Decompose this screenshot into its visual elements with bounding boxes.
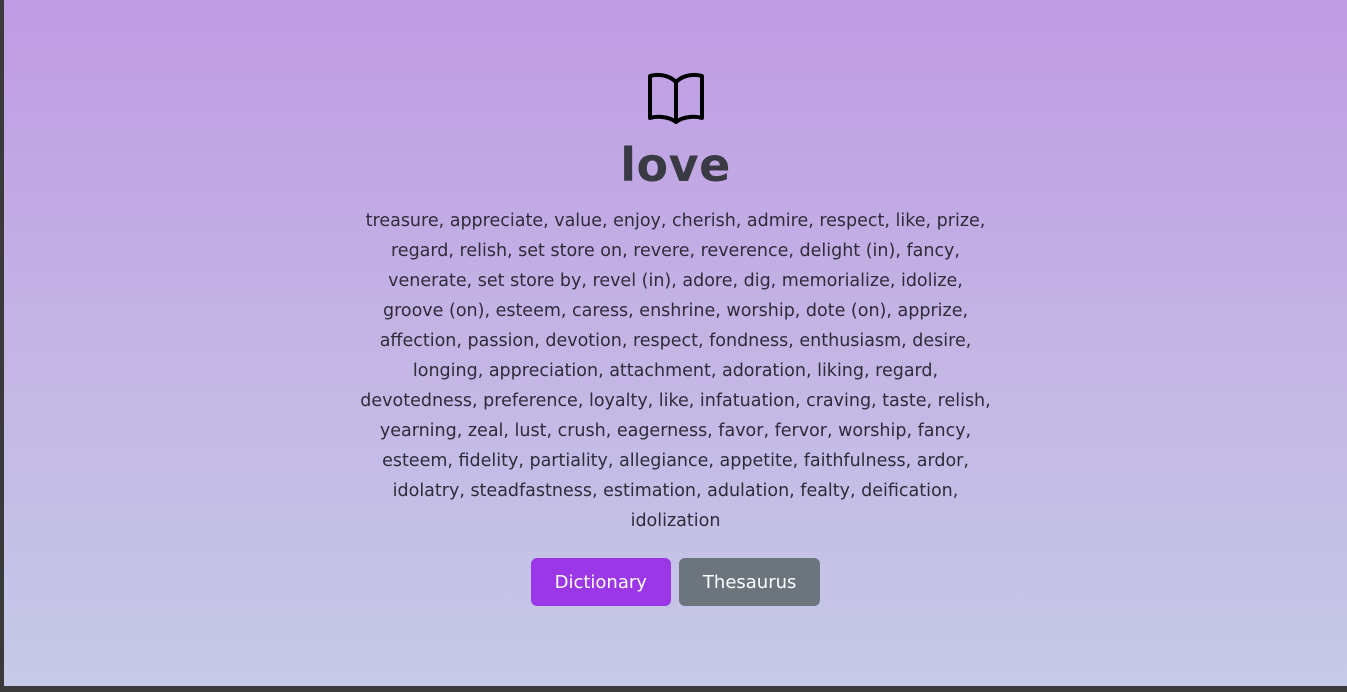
thesaurus-button[interactable]: Thesaurus bbox=[678, 558, 821, 606]
dictionary-button[interactable]: Dictionary bbox=[530, 558, 671, 606]
open-book-icon bbox=[647, 72, 704, 124]
synonym-list: treasure, appreciate, value, enjoy, cher… bbox=[360, 211, 991, 531]
button-group: Dictionary Thesaurus bbox=[530, 558, 821, 606]
main-content: love treasure, appreciate, value, enjoy,… bbox=[4, 70, 1347, 606]
word-title: love bbox=[620, 138, 731, 192]
app-window: love treasure, appreciate, value, enjoy,… bbox=[4, 0, 1347, 686]
